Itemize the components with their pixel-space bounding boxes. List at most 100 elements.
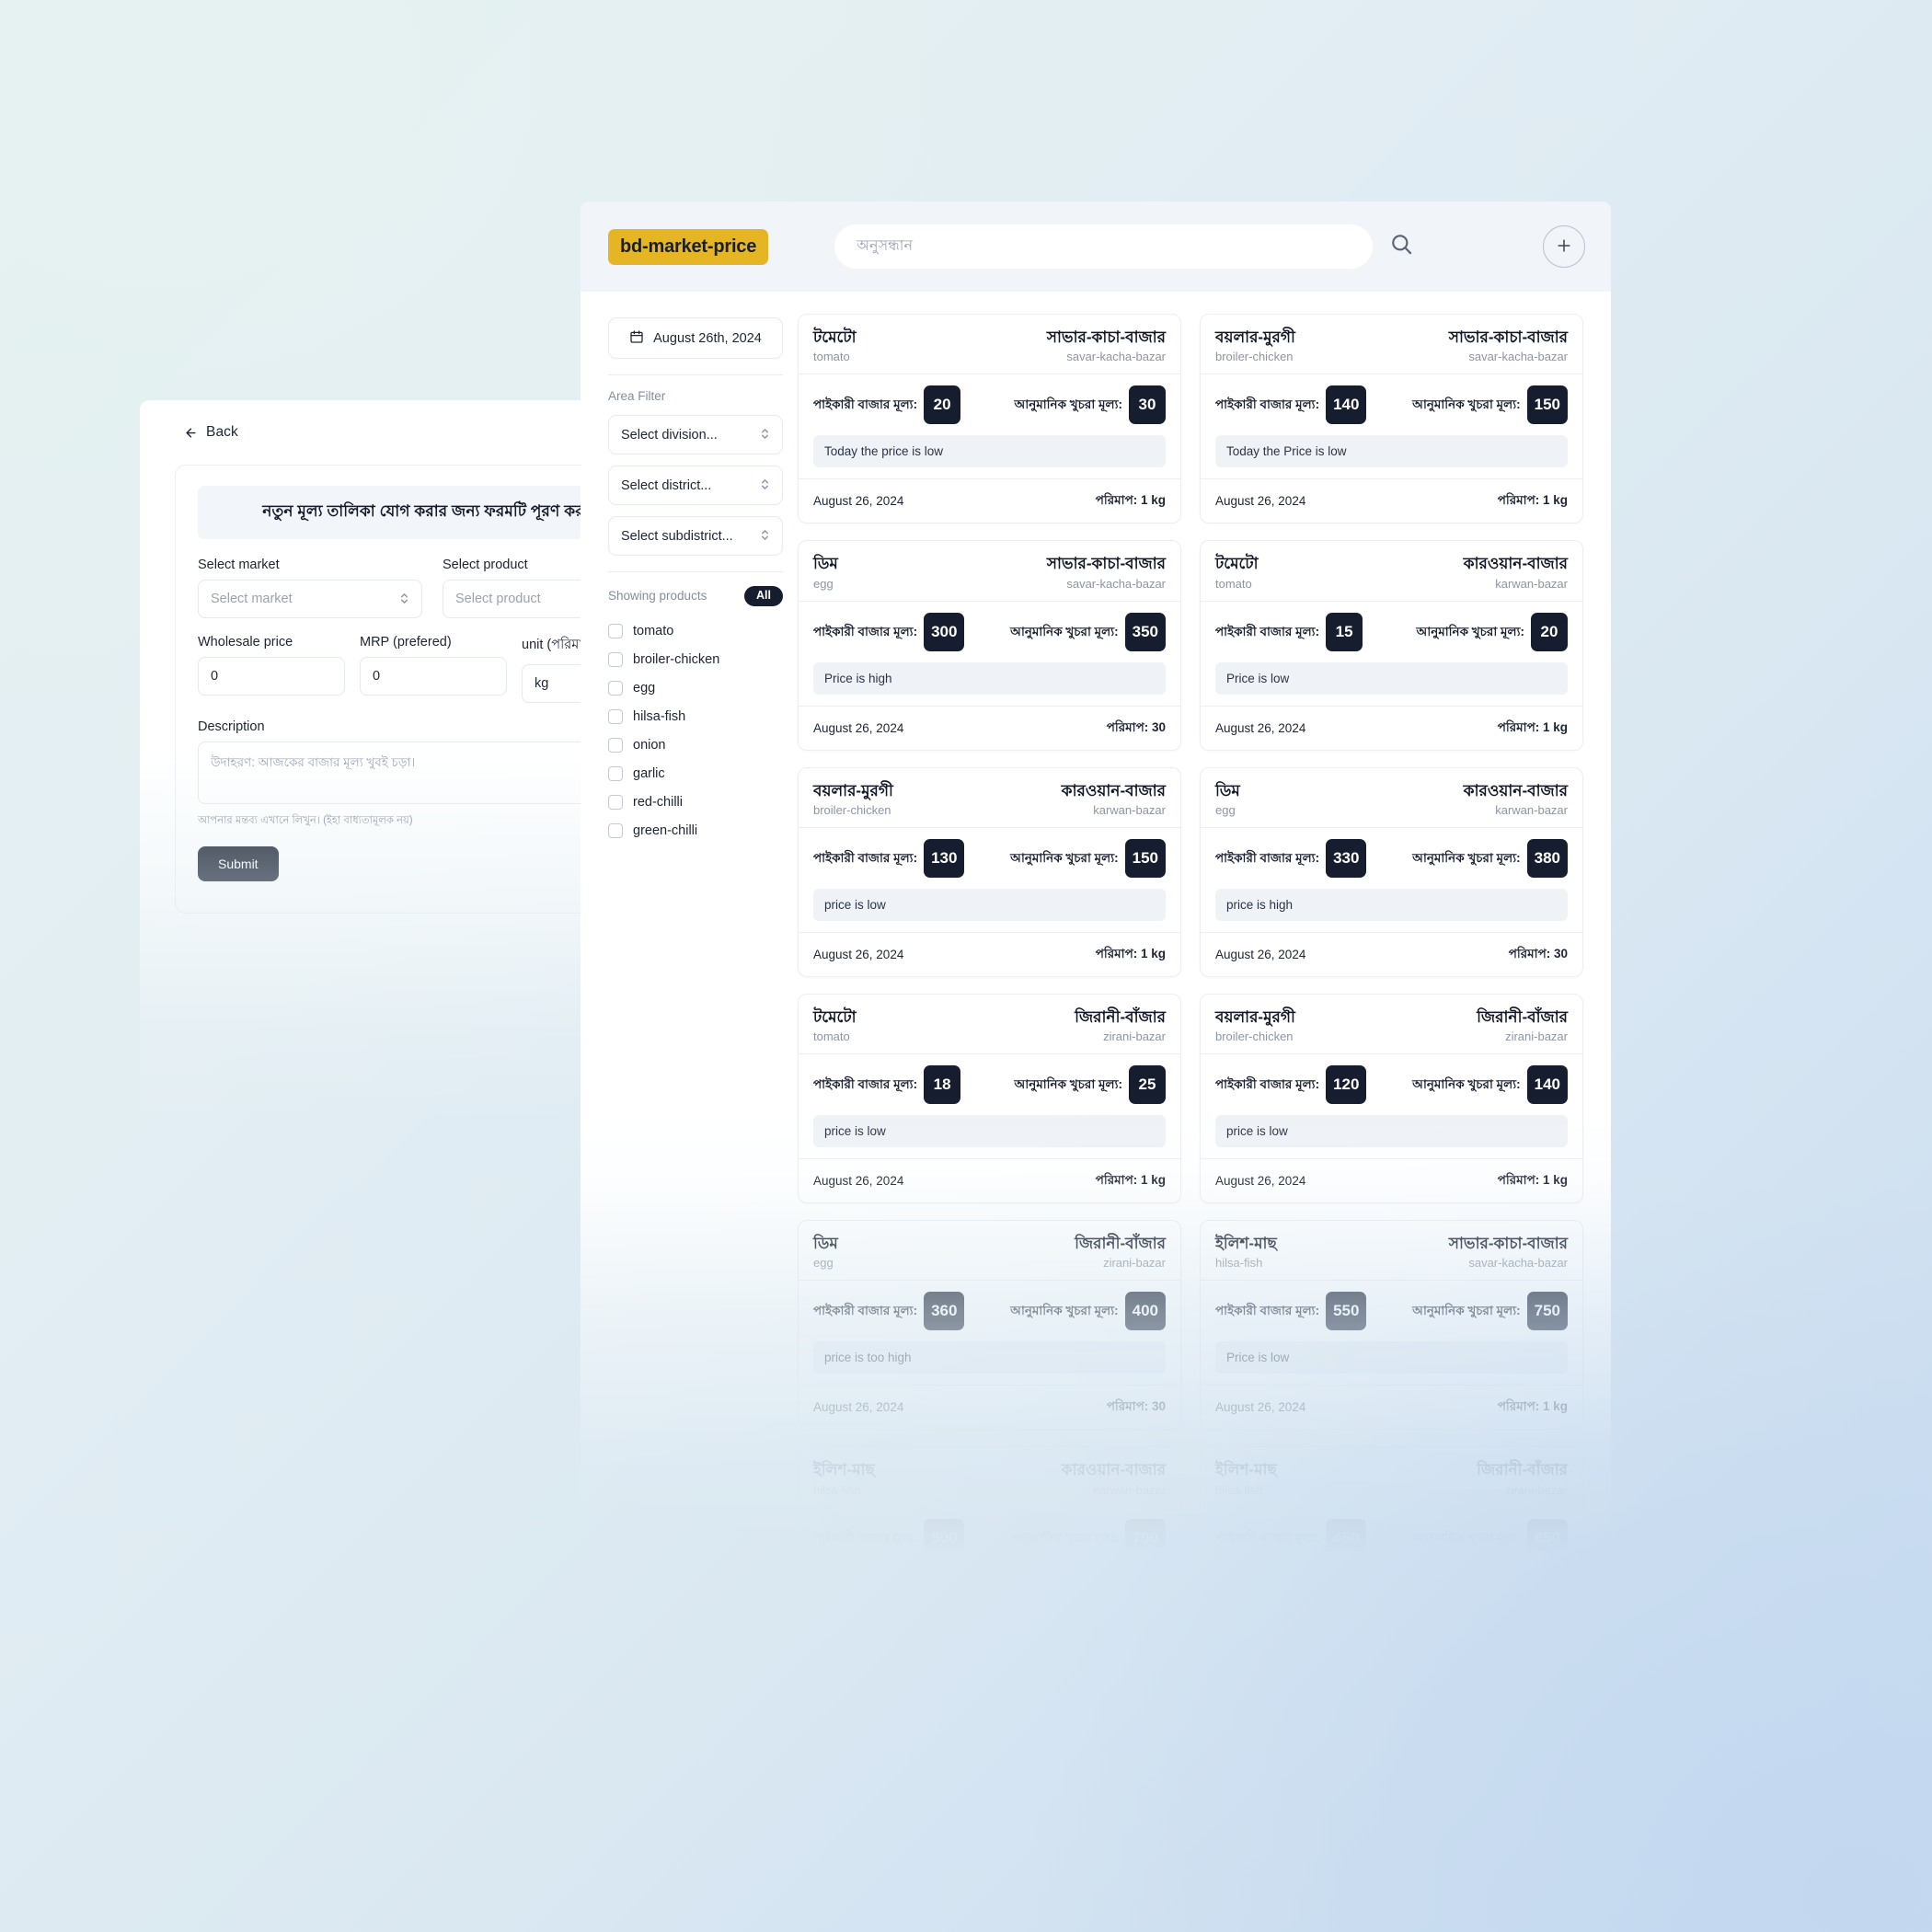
price-card[interactable]: টমেটো tomato কারওয়ান-বাজার karwan-bazar পাই… xyxy=(1200,540,1583,751)
date-label: August 26th, 2024 xyxy=(653,330,762,346)
card-footer: August 26, 2024 পরিমাপ: 1 kg xyxy=(799,931,1180,976)
card-date: August 26, 2024 xyxy=(1215,947,1306,961)
market-block: কারওয়ান-বাজার karwan-bazar xyxy=(1464,554,1568,590)
price-card[interactable]: বয়লার-মুরগী broiler-chicken জিরানী-বাঁজার… xyxy=(1200,993,1583,1203)
product-filter-hilsa-fish[interactable]: hilsa-fish xyxy=(608,703,783,731)
market-block: সাভার-কাচা-বাজার savar-kacha-bazar xyxy=(1449,328,1568,363)
product-filter-green-chilli[interactable]: green-chilli xyxy=(608,817,783,845)
market-name-bn: সাভার-কাচা-বাজার xyxy=(1448,328,1568,346)
product-filter-egg[interactable]: egg xyxy=(608,674,783,703)
price-card[interactable]: টমেটো tomato সাভার-কাচা-বাজার savar-kacha-b… xyxy=(798,314,1181,524)
product-filter-label: garlic xyxy=(633,766,665,782)
card-header: বয়লার-মুরগী broiler-chicken জিরানী-বাঁজার… xyxy=(1215,1007,1568,1043)
product-filter-broiler-chicken[interactable]: broiler-chicken xyxy=(608,646,783,674)
checkbox-icon[interactable] xyxy=(608,681,623,696)
product-filter-onion[interactable]: onion xyxy=(608,731,783,760)
mrp-input[interactable]: 0 xyxy=(360,657,507,696)
market-block: কারওয়ান-বাজার karwan-bazar xyxy=(1062,1460,1166,1496)
price-card[interactable]: ডিম egg জিরানী-বাঁজার zirani-bazar পাইকারী ব… xyxy=(798,1220,1181,1431)
market-name-bn: জিরানী-বাঁজার xyxy=(1075,1007,1166,1026)
price-card[interactable]: টমেটো tomato জিরানী-বাঁজার zirani-bazar পাইক… xyxy=(798,993,1181,1203)
wholesale-price-value: 300 xyxy=(924,612,965,651)
product-filter-red-chilli[interactable]: red-chilli xyxy=(608,788,783,817)
product-filter-label: hilsa-fish xyxy=(633,709,686,725)
market-name-en: karwan-bazar xyxy=(1093,802,1166,817)
submit-button[interactable]: Submit xyxy=(198,846,279,881)
market-block: সাভার-কাচা-বাজার savar-kacha-bazar xyxy=(1047,328,1166,363)
price-card[interactable]: ডিম egg সাভার-কাচা-বাজার savar-kacha-bazar প… xyxy=(798,540,1181,751)
wholesale-price-label: পাইকারী বাজার মূল্য: xyxy=(813,1304,918,1318)
back-button[interactable]: Back xyxy=(140,400,609,441)
wholesale-price-label: পাইকারী বাজার মূল্য: xyxy=(1215,624,1320,638)
product-name-en: hilsa-fish xyxy=(813,1482,861,1497)
checkbox-icon[interactable] xyxy=(608,624,623,639)
wholesale-input[interactable]: 0 xyxy=(198,657,345,696)
product-name-en: tomato xyxy=(1215,576,1252,591)
product-block: ডিম egg xyxy=(813,1234,838,1270)
card-header: ডিম egg সাভার-কাচা-বাজার savar-kacha-bazar xyxy=(813,554,1166,590)
product-filter-tomato[interactable]: tomato xyxy=(608,617,783,646)
price-card[interactable]: ইলিশ-মাছ hilsa-fish সাভার-কাচা-বাজার savar-… xyxy=(1200,1220,1583,1431)
wholesale-price-group: পাইকারী বাজার মূল্য: 450 xyxy=(1215,1518,1390,1554)
retail-price-group: আনুমানিক খুচরা মূল্য: 30 xyxy=(992,385,1166,425)
market-name-en: karwan-bazar xyxy=(1495,576,1568,591)
card-header: বয়লার-মুরগী broiler-chicken সাভার-কাচা-বা… xyxy=(1215,328,1568,363)
product-block: ডিম egg xyxy=(1215,781,1240,817)
price-card[interactable]: ইলিশ-মাছ hilsa-fish কারওয়ান-বাজার karwan-b… xyxy=(798,1446,1181,1554)
checkbox-icon[interactable] xyxy=(608,709,623,725)
plus-icon xyxy=(1555,236,1573,258)
price-card[interactable]: বয়লার-মুরগী broiler-chicken কারওয়ান-বাজা… xyxy=(798,766,1181,977)
checkbox-icon[interactable] xyxy=(608,795,623,811)
checkbox-icon[interactable] xyxy=(608,738,623,753)
product-name-bn: ইলিশ-মাছ xyxy=(1215,1461,1277,1479)
product-name-en: broiler-chicken xyxy=(1215,1029,1294,1043)
card-header: বয়লার-মুরগী broiler-chicken কারওয়ান-বাজা… xyxy=(813,781,1166,817)
description-textarea[interactable]: উদাহরণ: আজকের বাজার মূল্য খুবই চড়া। xyxy=(198,742,609,804)
date-picker[interactable]: August 26th, 2024 xyxy=(608,317,783,359)
subdistrict-select[interactable]: Select subdistrict... xyxy=(608,516,783,556)
card-date: August 26, 2024 xyxy=(813,720,904,735)
retail-price-value: 350 xyxy=(1124,612,1166,651)
card-footer: August 26, 2024 পরিমাপ: 30 xyxy=(799,705,1180,750)
app-logo[interactable]: bd-market-price xyxy=(608,228,769,265)
price-card[interactable]: ইলিশ-মাছ hilsa-fish জিরানী-বাঁজার zirani-ba… xyxy=(1200,1446,1583,1554)
description-label: Description xyxy=(198,719,265,734)
card-date: August 26, 2024 xyxy=(813,1174,904,1188)
product-block: বয়লার-মুরগী broiler-chicken xyxy=(1215,328,1295,363)
price-card[interactable]: ডিম egg কারওয়ান-বাজার karwan-bazar পাইকারী … xyxy=(1200,766,1583,977)
description-field-group: Description উদাহরণ: আজকের বাজার মূল্য খু… xyxy=(198,719,609,830)
form-card: নতুন মূল্য তালিকা যোগ করার জন্য ফরমটি পূ… xyxy=(175,465,609,914)
search-icon[interactable] xyxy=(1389,232,1414,261)
showing-all-badge[interactable]: All xyxy=(744,586,783,606)
checkbox-icon[interactable] xyxy=(608,823,623,839)
description-helper-text: আপনার মন্তব্য এখানে লিখুন। (ইহা বাধ্যতাম… xyxy=(198,815,413,826)
price-row: পাইকারী বাজার মূল্য: 500 আনুমানিক খুচরা মূ… xyxy=(813,1508,1166,1554)
card-date: August 26, 2024 xyxy=(1215,494,1306,509)
checkbox-icon[interactable] xyxy=(608,766,623,782)
wholesale-price-group: পাইকারী বাজার মূল্য: 140 xyxy=(1215,385,1390,425)
search-input[interactable] xyxy=(834,224,1374,269)
price-card[interactable]: বয়লার-মুরগী broiler-chicken সাভার-কাচা-বা… xyxy=(1200,314,1583,524)
add-price-button[interactable] xyxy=(1543,225,1585,268)
division-select[interactable]: Select division... xyxy=(608,415,783,454)
product-filter-garlic[interactable]: garlic xyxy=(608,760,783,788)
product-block: টমেটো tomato xyxy=(1215,554,1259,590)
card-footer: August 26, 2024 পরিমাপ: 1 kg xyxy=(1201,478,1582,523)
card-measure: পরিমাপ: 1 kg xyxy=(1095,1173,1166,1187)
market-block: কারওয়ান-বাজার karwan-bazar xyxy=(1062,781,1166,817)
product-name-bn: বয়লার-মুরগী xyxy=(813,781,893,799)
retail-price-label: আনুমানিক খুচরা মূল্য: xyxy=(1014,397,1122,412)
wholesale-price-group: পাইকারী বাজার মূল্য: 15 xyxy=(1215,612,1390,651)
checkbox-icon[interactable] xyxy=(608,652,623,668)
wholesale-price-group: পাইকারী বাজার মূল্য: 130 xyxy=(813,838,988,878)
card-date: August 26, 2024 xyxy=(1215,1400,1306,1415)
card-measure: পরিমাপ: 1 kg xyxy=(1497,493,1568,508)
wholesale-price-label: পাইকারী বাজার মূল্য: xyxy=(813,397,918,412)
chevron-updown-icon xyxy=(399,592,409,607)
wholesale-price-value: 20 xyxy=(924,385,961,425)
market-select[interactable]: Select market xyxy=(198,580,422,618)
retail-price-value: 750 xyxy=(1526,1292,1568,1331)
wholesale-price-label: পাইকারী বাজার মূল্য: xyxy=(1215,397,1320,412)
district-select[interactable]: Select district... xyxy=(608,466,783,505)
wholesale-price-label: পাইকারী বাজার মূল্য: xyxy=(813,624,918,638)
